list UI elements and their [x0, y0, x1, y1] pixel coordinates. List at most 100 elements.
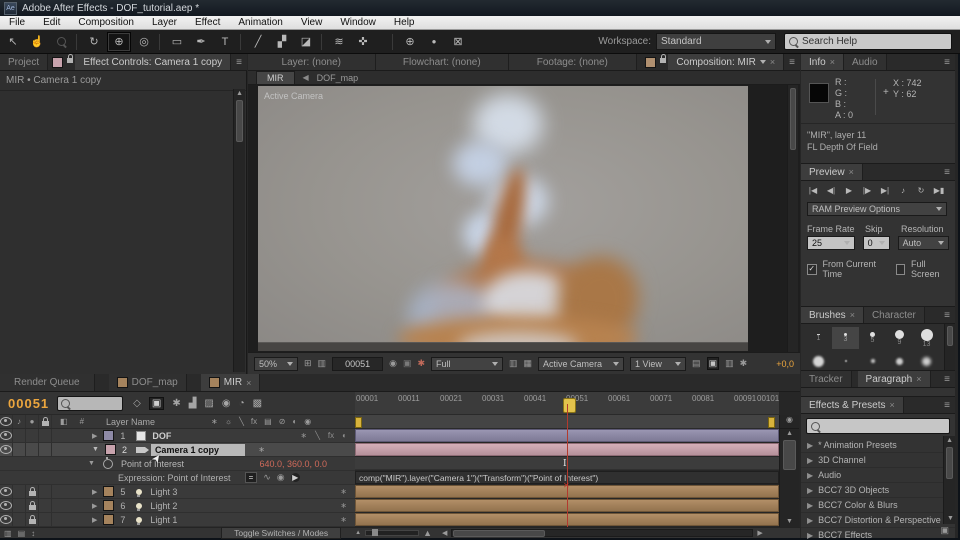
- expand-icon[interactable]: ▶: [92, 432, 97, 440]
- channels-icon[interactable]: ✱: [417, 358, 425, 369]
- menu-edit[interactable]: Edit: [34, 17, 69, 28]
- camera-view-dropdown[interactable]: Active Camera: [538, 356, 625, 371]
- fast-previews-icon[interactable]: ✱: [740, 358, 748, 369]
- expression-language-icon[interactable]: ▶: [290, 473, 300, 482]
- work-area-start-handle[interactable]: [355, 417, 362, 428]
- comp-tab-dof-map[interactable]: DOF_map: [317, 73, 359, 83]
- scrollbar-thumb[interactable]: [453, 530, 546, 537]
- menu-composition[interactable]: Composition: [69, 17, 143, 28]
- zoom-tool-icon[interactable]: [50, 33, 72, 51]
- lock-toggle[interactable]: [39, 429, 52, 442]
- brush-item[interactable]: [832, 351, 859, 370]
- panel-menu-icon[interactable]: ≡: [231, 54, 247, 70]
- expand-icon[interactable]: ▶: [807, 531, 813, 540]
- expand-icon[interactable]: ▶: [807, 486, 813, 495]
- tab-render-queue[interactable]: Render Queue: [0, 374, 95, 391]
- property-values[interactable]: 640.0, 360.0, 0.0: [259, 459, 327, 469]
- zoom-slider-handle[interactable]: [372, 529, 379, 536]
- full-screen-checkbox[interactable]: [895, 263, 906, 275]
- ram-preview-button[interactable]: ▶▮: [931, 186, 947, 195]
- eraser-tool-icon[interactable]: ◪: [295, 33, 317, 51]
- axis-view-icon[interactable]: ⊠: [447, 33, 469, 51]
- tab-brushes[interactable]: Brushes ×: [801, 307, 864, 323]
- layer-switches[interactable]: ∗: [340, 487, 347, 496]
- expression-buttons[interactable]: = ∿ ◉ ▶: [244, 472, 300, 483]
- show-snapshot-icon[interactable]: ▣: [403, 358, 412, 369]
- transparency-grid-icon[interactable]: ▦: [524, 358, 533, 369]
- panel-menu-icon[interactable]: ≡: [939, 307, 955, 323]
- number-column-header[interactable]: #: [80, 417, 84, 426]
- zoom-out-mountain-icon[interactable]: ▲: [355, 530, 361, 536]
- video-toggle[interactable]: [0, 429, 13, 442]
- auto-keyframe-icon[interactable]: ◔: [239, 398, 245, 409]
- rect-tool-icon[interactable]: ▭: [166, 33, 188, 51]
- layer-name[interactable]: Light 1: [150, 515, 177, 525]
- video-toggle[interactable]: [0, 443, 13, 456]
- close-icon[interactable]: ×: [849, 167, 854, 177]
- rotate-tool-icon[interactable]: ↻: [83, 33, 105, 51]
- axis-local-icon[interactable]: ⊕: [399, 33, 421, 51]
- panel-menu-icon[interactable]: ≡: [939, 164, 955, 180]
- tab-audio[interactable]: Audio: [843, 54, 887, 70]
- switches-column-headers[interactable]: ∗ ☼ ╲ fx ▤ ⊘ ◐ ◉: [211, 417, 311, 426]
- panel-menu-icon[interactable]: ≡: [939, 54, 955, 70]
- solo-toggle[interactable]: [26, 429, 39, 442]
- layer-name[interactable]: Light 3: [150, 487, 177, 497]
- help-search-input[interactable]: Search Help: [784, 33, 952, 50]
- scroll-down-icon[interactable]: ▼: [947, 515, 954, 522]
- resolution-dropdown[interactable]: Auto: [897, 236, 949, 250]
- brushes-scrollbar[interactable]: [944, 324, 955, 370]
- timeline-zoom-slider[interactable]: [365, 529, 420, 536]
- menu-animation[interactable]: Animation: [229, 17, 291, 28]
- channels-dropdown[interactable]: Full: [431, 356, 504, 371]
- safe-margins-icon[interactable]: ⊞: [304, 358, 312, 369]
- expand-icon[interactable]: ▶: [92, 516, 97, 524]
- audio-toggle[interactable]: [13, 499, 26, 512]
- layer-row-dof[interactable]: ▶ 1 DOF ∗ ╲ fx ◐: [0, 429, 355, 443]
- hand-tool-icon[interactable]: ☝: [26, 33, 48, 51]
- label-swatch[interactable]: [104, 444, 116, 455]
- scroll-down-icon[interactable]: ▼: [786, 518, 793, 525]
- menu-window[interactable]: Window: [331, 17, 385, 28]
- scrollbar-thumb[interactable]: [947, 326, 953, 346]
- magnification-dropdown[interactable]: 50%: [254, 356, 298, 371]
- current-time-display[interactable]: 00051: [8, 396, 49, 411]
- brush-item[interactable]: 9: [886, 327, 913, 349]
- close-icon[interactable]: ×: [916, 374, 921, 384]
- frame-rate-dropdown[interactable]: 25: [807, 236, 855, 250]
- expand-transfer-controls-icon[interactable]: ▤: [18, 529, 26, 538]
- comp-flowchart-icon[interactable]: ▣: [706, 357, 720, 370]
- skip-dropdown[interactable]: 0: [862, 236, 890, 250]
- panel-menu-icon[interactable]: ≡: [939, 397, 955, 413]
- solo-toggle[interactable]: [39, 513, 52, 526]
- video-toggle[interactable]: [0, 485, 13, 498]
- layer-name[interactable]: Light 2: [150, 501, 177, 511]
- playhead-marker[interactable]: [563, 398, 576, 413]
- last-frame-button[interactable]: ▶|: [877, 186, 893, 195]
- show-graph-icon[interactable]: ∿: [263, 472, 271, 483]
- effects-search-input[interactable]: [806, 418, 950, 434]
- scrollbar-thumb[interactable]: [783, 440, 796, 470]
- h-scroll-right-icon[interactable]: ▶: [757, 529, 762, 537]
- tab-layer-viewer[interactable]: Layer: (none): [248, 54, 376, 70]
- effects-category[interactable]: ▶ * Animation Presets: [801, 438, 955, 453]
- prev-frame-button[interactable]: ◀|: [823, 186, 839, 195]
- timeline-v-scrollbar[interactable]: ◉ ▼ ▼: [779, 415, 799, 527]
- tab-paragraph[interactable]: Paragraph ×: [857, 371, 931, 387]
- lock-toggle[interactable]: [39, 443, 52, 456]
- solo-toggle[interactable]: [26, 443, 39, 456]
- brush-tool-icon[interactable]: ╱: [247, 33, 269, 51]
- comp-tab-mir[interactable]: MIR: [256, 70, 295, 85]
- tab-info[interactable]: Info ×: [801, 54, 844, 70]
- lock-toggle[interactable]: [26, 499, 39, 512]
- property-row-point-of-interest[interactable]: ▼ Point of Interest 640.0, 360.0, 0.0: [0, 456, 355, 471]
- comp-mini-flowchart-icon[interactable]: ◇: [133, 398, 141, 409]
- effects-category[interactable]: ▶ BCC7 3D Objects: [801, 483, 955, 498]
- audio-toggle[interactable]: [13, 485, 26, 498]
- first-frame-button[interactable]: |◀: [805, 186, 821, 195]
- expand-icon[interactable]: ▶: [807, 456, 813, 465]
- comp-marker-button[interactable]: ◉: [780, 415, 799, 429]
- text-tool-icon[interactable]: T: [214, 33, 236, 51]
- layer-row-light-2[interactable]: ▶ 6 Light 2 ∗: [0, 499, 355, 513]
- video-toggle[interactable]: [0, 499, 13, 512]
